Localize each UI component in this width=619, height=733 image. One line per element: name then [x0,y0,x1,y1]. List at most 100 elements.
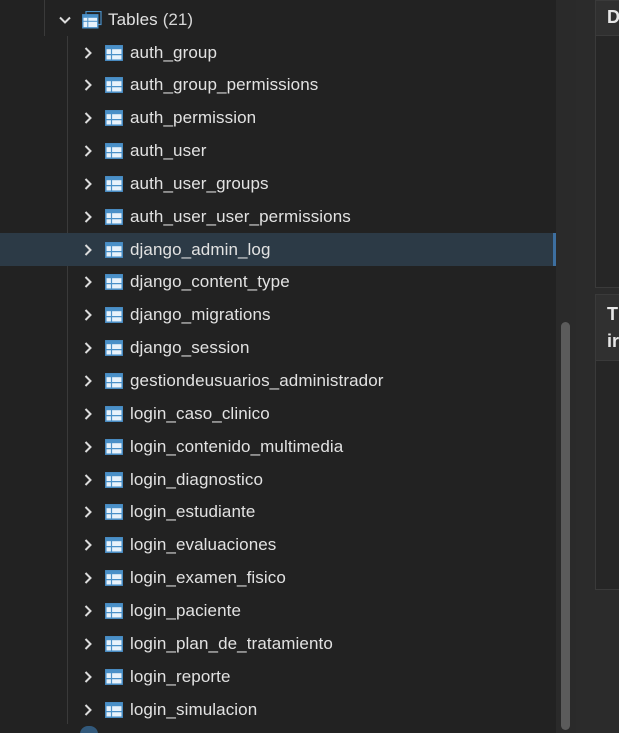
table-icon [105,143,123,159]
tree-item-label: login_caso_clinico [130,403,270,423]
tree-item-label: login_diagnostico [130,469,264,489]
tree-item-table[interactable]: auth_permission [0,102,556,135]
card-title-line: T [607,304,618,324]
chevron-right-icon[interactable] [79,372,97,390]
tree-item-label: auth_user_user_permissions [130,206,351,226]
tree-item-table[interactable]: login_paciente [0,594,556,627]
chevron-right-icon[interactable] [79,471,97,489]
tree-item-table[interactable]: auth_group_permissions [0,69,556,102]
chevron-right-icon[interactable] [79,76,97,94]
tree-item-table[interactable]: auth_group [0,36,556,69]
tree-item-label: django_migrations [130,305,271,325]
table-icon [105,471,123,488]
table-icon [105,340,123,357]
tables-group-count: (21) [162,9,193,29]
tree-item-table[interactable]: gestiondeusuarios_administrador [0,365,556,398]
tree-item-label: login_evaluaciones [130,535,277,555]
table-icon [105,110,123,127]
tree-item-label: login_reporte [130,666,231,686]
tree-item-label: auth_user_groups [130,173,269,193]
table-icon [105,274,123,291]
tree-item-label: auth_group_permissions [130,75,319,95]
tree-item-label: login_examen_fisico [130,568,286,588]
tree-item-table[interactable]: login_evaluaciones [0,529,556,562]
tree-item-label: auth_group [130,42,218,62]
tree-guide-line [44,0,45,36]
tree-item-label: django_content_type [130,272,290,292]
tree-item-table[interactable]: django_session [0,332,556,365]
chevron-right-icon[interactable] [79,701,97,719]
chevron-right-icon[interactable] [79,602,97,620]
tables-group-label: Tables [108,9,158,29]
table-icon [105,570,123,587]
properties-card: D [595,0,619,288]
tree-item-table[interactable]: auth_user_groups [0,167,556,200]
chevron-right-icon[interactable] [79,109,97,127]
tree-item-table[interactable]: login_caso_clinico [0,397,556,430]
tree-item-table[interactable]: login_contenido_multimedia [0,430,556,463]
tree-item-label: login_contenido_multimedia [130,436,344,456]
tree-item-table[interactable]: auth_user_user_permissions [0,200,556,233]
tree-item-label: django_admin_log [130,239,271,259]
table-icon [105,241,123,258]
chevron-right-icon[interactable] [79,175,97,193]
tree-item-label: auth_user [130,141,207,161]
table-icon [105,537,123,554]
chevron-right-icon[interactable] [79,241,97,259]
tree-item-table[interactable]: login_plan_de_tratamiento [0,627,556,660]
tree-item-label: login_estudiante [130,502,256,522]
tree-item-table[interactable]: django_admin_log [0,233,556,267]
properties-card: T ir [595,294,619,590]
chevron-right-icon[interactable] [79,668,97,686]
tree-item-table[interactable]: auth_user [0,135,556,168]
chevron-right-icon[interactable] [79,208,97,226]
object-explorer-tree: Tables (21) auth_group auth_group_permiss… [0,0,556,733]
table-icon [105,504,123,521]
table-icon [105,635,123,652]
chevron-right-icon[interactable] [79,339,97,357]
table-icon [105,373,123,389]
card-title-line: ir [607,331,619,351]
tables-group-icon [82,10,102,29]
chevron-right-icon[interactable] [79,142,97,160]
chevron-right-icon[interactable] [79,438,97,456]
tree-item-label: login_simulacion [130,699,258,719]
scrollbar-thumb[interactable] [561,322,570,730]
tree-item-table[interactable]: django_content_type [0,266,556,299]
chevron-right-icon[interactable] [79,635,97,653]
table-icon [105,405,123,422]
table-icon [105,175,123,192]
chevron-right-icon[interactable] [79,536,97,554]
chevron-right-icon[interactable] [79,273,97,291]
table-icon [105,668,123,685]
tables-group-node[interactable]: Tables (21) [56,4,193,35]
tree-item-label: gestiondeusuarios_administrador [130,371,384,390]
table-icon [105,77,123,94]
chevron-right-icon[interactable] [79,405,97,423]
next-node-icon [80,726,98,733]
tree-item-table[interactable]: login_simulacion [0,693,556,726]
tree-item-table[interactable]: login_examen_fisico [0,562,556,595]
tree-item-table[interactable]: django_migrations [0,299,556,332]
chevron-down-icon[interactable] [56,11,74,29]
chevron-right-icon[interactable] [79,503,97,521]
card-title: T ir [596,295,619,361]
tree-item-label: auth_permission [130,108,257,128]
chevron-right-icon[interactable] [79,569,97,587]
chevron-right-icon[interactable] [79,44,97,62]
table-icon [105,602,123,619]
card-title: D [596,1,619,36]
tree-item-label: django_session [130,338,250,358]
app-root: Tables (21) auth_group auth_group_permiss… [0,0,619,733]
tree-item-table[interactable]: login_estudiante [0,496,556,529]
tree-item-table[interactable]: login_reporte [0,660,556,693]
tree-item-label: login_plan_de_tratamiento [130,633,333,653]
table-icon [105,307,123,324]
table-icon [105,44,123,61]
chevron-right-icon[interactable] [79,306,97,324]
tree-item-table[interactable]: login_diagnostico [0,463,556,496]
tree-item-label: login_paciente [130,600,242,620]
table-icon [105,208,123,225]
table-icon [105,438,123,455]
table-icon [105,701,123,718]
